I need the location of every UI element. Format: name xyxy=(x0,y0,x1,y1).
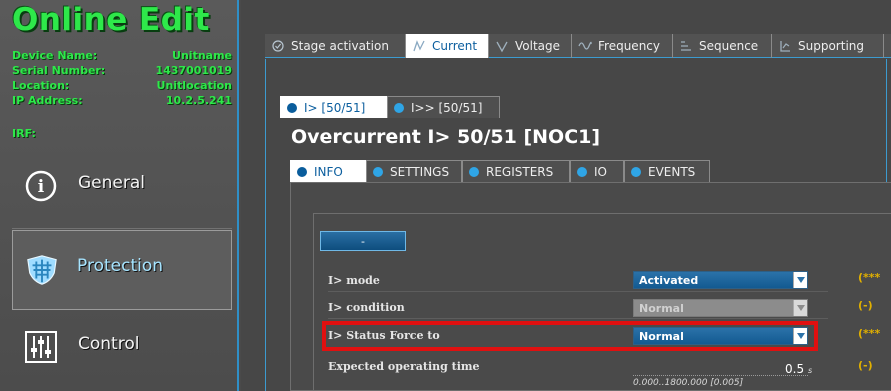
tab-info[interactable]: INFO xyxy=(290,160,366,182)
device-name-value: Unitname xyxy=(172,49,232,62)
sidebar-item-protection[interactable]: Protection xyxy=(12,230,232,310)
tab-label: EVENTS xyxy=(648,164,696,179)
unit-label: (-) xyxy=(858,359,873,372)
value-underline xyxy=(633,375,808,376)
chevron-down-icon xyxy=(793,300,807,316)
tab-label: Sequence xyxy=(699,39,759,53)
frequency-icon xyxy=(578,39,592,53)
collapse-button[interactable]: - xyxy=(320,231,406,251)
tab-events[interactable]: EVENTS xyxy=(624,160,710,182)
expected-time-unit: s xyxy=(808,366,813,375)
shield-icon xyxy=(25,253,59,287)
tab-settings[interactable]: SETTINGS xyxy=(366,160,462,182)
select-value: Activated xyxy=(639,273,699,287)
sequence-icon xyxy=(679,39,693,53)
sidebar-item-control[interactable]: Control xyxy=(12,308,232,388)
tab-supporting[interactable]: Supporting xyxy=(772,34,884,58)
sliders-icon xyxy=(24,330,58,364)
sidebar-item-label: General xyxy=(78,173,145,193)
supporting-icon xyxy=(778,39,792,53)
tab-label: I>> [50/51] xyxy=(411,100,483,115)
expected-time-value[interactable]: 0.5 xyxy=(785,362,804,376)
indicator-dot-icon xyxy=(469,166,479,177)
unit-label: (*** xyxy=(858,271,881,284)
indicator-dot-icon xyxy=(394,102,404,113)
expected-time-range: 0.000..1800.000 [0.005] xyxy=(633,378,744,388)
tab-voltage[interactable]: Voltage xyxy=(489,34,572,58)
tab-label: Frequency xyxy=(598,39,660,53)
check-icon xyxy=(271,39,285,53)
irf-key: IRF: xyxy=(12,127,36,140)
sidebar-item-general[interactable]: i General xyxy=(12,147,232,227)
current-icon xyxy=(412,39,426,53)
indicator-dot-icon xyxy=(373,166,383,177)
tab-label: INFO xyxy=(314,164,343,179)
row-divider xyxy=(328,318,828,319)
tab-frequency[interactable]: Frequency xyxy=(572,34,673,58)
tab-stage-i-low[interactable]: I> [50/51] xyxy=(280,96,387,118)
ip-address-value: 10.2.5.241 xyxy=(165,94,232,107)
select-value: Normal xyxy=(639,301,684,315)
indicator-dot-icon xyxy=(297,166,307,177)
serial-number-value: 1437001019 xyxy=(155,64,232,77)
tab-io[interactable]: IO xyxy=(570,160,624,182)
irf-row: IRF: xyxy=(12,127,232,141)
info-icon: i xyxy=(24,169,58,203)
location-key: Location: xyxy=(12,79,70,92)
tab-registers[interactable]: REGISTERS xyxy=(462,160,570,182)
tab-label: REGISTERS xyxy=(486,164,554,179)
tab-label: Stage activation xyxy=(291,39,389,53)
row-label-expected-time: Expected operating time xyxy=(328,360,480,373)
mode-title: Online Edit xyxy=(12,2,210,38)
sidebar-item-label: Control xyxy=(78,334,140,354)
condition-select: Normal xyxy=(633,299,808,317)
highlight-box xyxy=(322,321,818,351)
ip-address-row: IP Address: 10.2.5.241 xyxy=(12,94,232,108)
sidebar: Online Edit Device Name: Unitname Serial… xyxy=(0,0,239,391)
row-label-mode: I> mode xyxy=(328,274,380,287)
tab-label: Supporting xyxy=(798,39,864,53)
tab-stage-i-high[interactable]: I>> [50/51] xyxy=(387,96,500,118)
device-name-key: Device Name: xyxy=(12,49,98,62)
serial-number-row: Serial Number: 1437001019 xyxy=(12,64,232,78)
page-title: Overcurrent I> 50/51 [NOC1] xyxy=(291,126,601,148)
serial-number-key: Serial Number: xyxy=(12,64,106,77)
tab-label: SETTINGS xyxy=(390,164,450,179)
function-tabs: Stage activation Current Voltage Frequen… xyxy=(265,34,891,58)
unit-label: (-) xyxy=(858,299,873,312)
indicator-dot-icon xyxy=(577,166,587,177)
tab-label: I> [50/51] xyxy=(304,100,366,115)
tab-current[interactable]: Current xyxy=(406,34,489,58)
unit-label: (*** xyxy=(858,327,881,340)
indicator-dot-icon xyxy=(631,166,641,177)
chevron-down-icon xyxy=(793,272,807,288)
voltage-icon xyxy=(495,39,509,53)
location-value: Unitlocation xyxy=(156,79,232,92)
tab-label: IO xyxy=(594,164,607,179)
ip-address-key: IP Address: xyxy=(12,94,83,107)
row-label-condition: I> condition xyxy=(328,301,405,314)
device-name-row: Device Name: Unitname xyxy=(12,49,232,63)
tab-stage-activation[interactable]: Stage activation xyxy=(265,34,406,58)
row-divider xyxy=(328,291,828,292)
tab-sequence[interactable]: Sequence xyxy=(673,34,772,58)
tab-label: Current xyxy=(432,39,478,53)
svg-text:i: i xyxy=(38,177,45,197)
mode-select[interactable]: Activated xyxy=(633,271,808,289)
sidebar-divider xyxy=(12,228,232,229)
tab-label: Voltage xyxy=(515,39,561,53)
sidebar-item-label: Protection xyxy=(77,256,164,276)
location-row: Location: Unitlocation xyxy=(12,79,232,93)
indicator-dot-icon xyxy=(287,102,297,113)
